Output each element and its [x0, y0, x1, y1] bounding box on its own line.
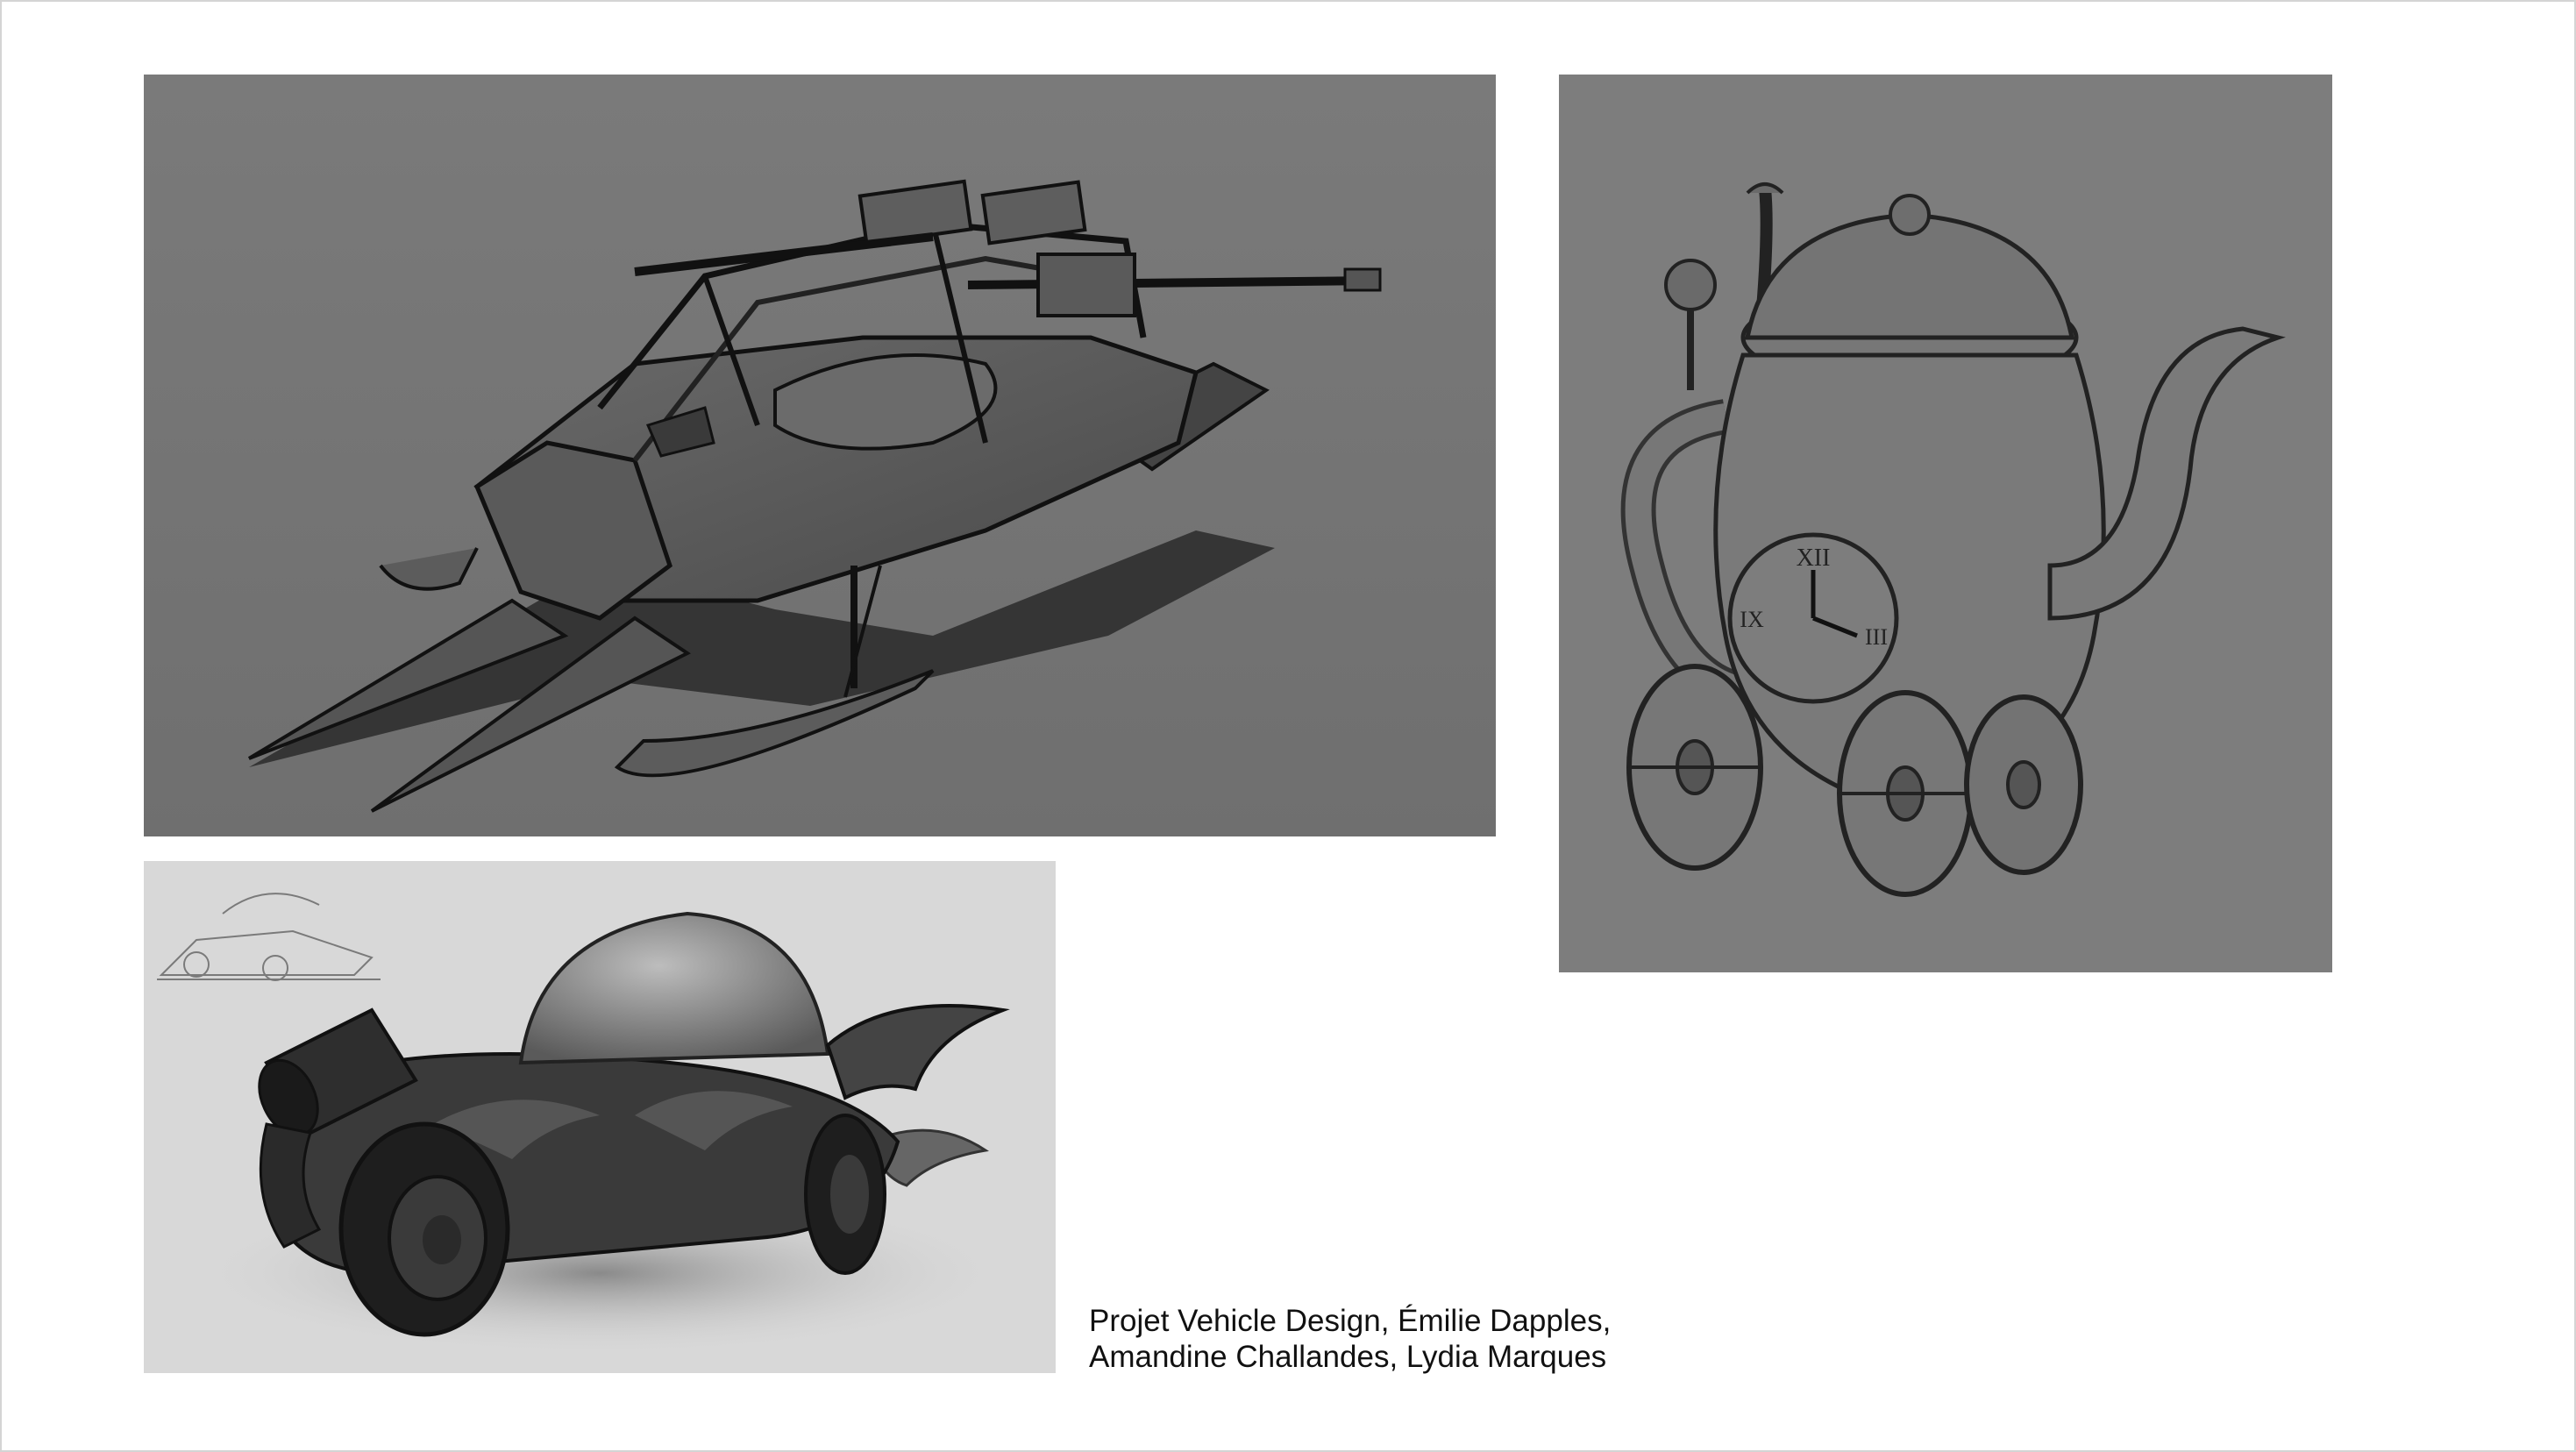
clock-numeral-ix: IX [1740, 607, 1764, 632]
teapot-drawing: XII IX III [1620, 182, 2286, 897]
project-credit-caption: Projet Vehicle Design, Émilie Dapples, A… [1089, 1303, 1611, 1375]
caption-line-1: Projet Vehicle Design, Émilie Dapples, [1089, 1304, 1612, 1338]
clock-numeral-xii: XII [1797, 544, 1831, 572]
snowmobile-drawing [247, 179, 1382, 813]
clock-numeral-iii: III [1865, 624, 1888, 650]
dome-car-drawing [157, 893, 1012, 1356]
presentation-slide: XII IX III Projet Vehicle Design, Émilie… [0, 0, 2576, 1452]
dome-car-artwork [144, 861, 1056, 1373]
caption-line-2: Amandine Challandes, Lydia Marques [1089, 1340, 1607, 1374]
snowmobile-artwork [144, 75, 1496, 836]
teapot-vehicle-artwork: XII IX III [1559, 75, 2332, 972]
